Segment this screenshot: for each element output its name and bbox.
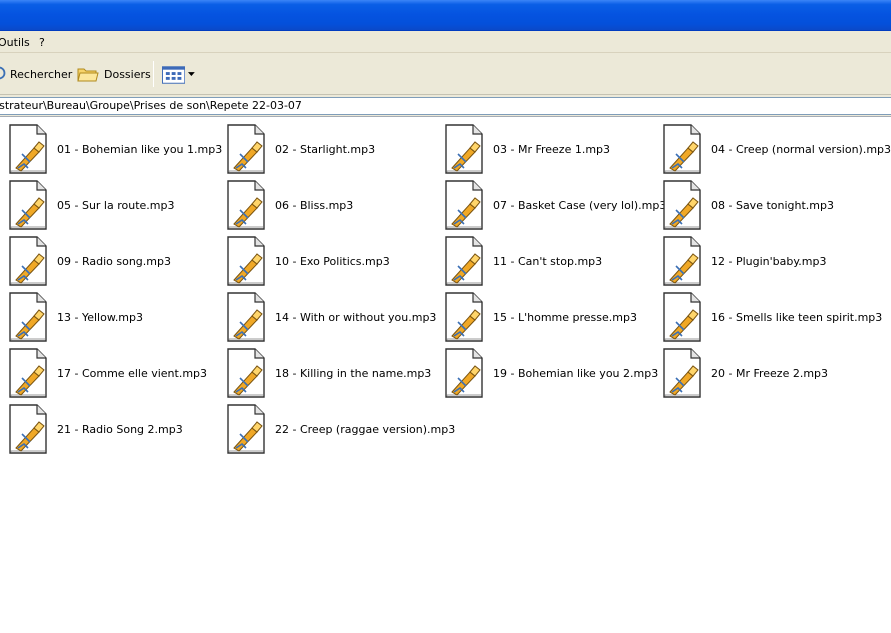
file-name: 16 - Smells like teen spirit.mp3 [711, 310, 883, 324]
audio-file-icon [445, 124, 483, 174]
file-name: 07 - Basket Case (very lol).mp3 [493, 198, 667, 212]
audio-file-icon [227, 404, 265, 454]
file-item[interactable]: 07 - Basket Case (very lol).mp3 [436, 177, 666, 233]
file-item[interactable]: 15 - L'homme presse.mp3 [436, 289, 654, 345]
file-item[interactable]: 01 - Bohemian like you 1.mp3 [0, 121, 222, 177]
audio-file-icon [9, 404, 47, 454]
file-item[interactable]: 14 - With or without you.mp3 [218, 289, 436, 345]
toolbar-separator [153, 61, 154, 87]
menu-bar: Outils ? [0, 31, 891, 53]
audio-file-icon [445, 292, 483, 342]
file-name: 14 - With or without you.mp3 [275, 310, 437, 324]
views-button[interactable] [162, 64, 196, 86]
audio-file-icon [663, 292, 701, 342]
chevron-down-icon [188, 72, 196, 76]
file-item[interactable]: 08 - Save tonight.mp3 [654, 177, 872, 233]
search-button-label: Rechercher [10, 67, 73, 81]
file-item[interactable]: 16 - Smells like teen spirit.mp3 [654, 289, 882, 345]
file-name: 05 - Sur la route.mp3 [57, 198, 175, 212]
audio-file-icon [445, 236, 483, 286]
audio-file-icon [9, 124, 47, 174]
audio-file-icon [663, 180, 701, 230]
file-name: 10 - Exo Politics.mp3 [275, 254, 390, 268]
file-item[interactable]: 02 - Starlight.mp3 [218, 121, 436, 177]
audio-file-icon [663, 348, 701, 398]
file-name: 11 - Can't stop.mp3 [493, 254, 603, 268]
menu-outils[interactable]: Outils [0, 36, 30, 49]
file-name: 01 - Bohemian like you 1.mp3 [57, 142, 223, 156]
audio-file-icon [663, 236, 701, 286]
audio-file-icon [445, 180, 483, 230]
audio-file-icon [227, 348, 265, 398]
file-item[interactable]: 13 - Yellow.mp3 [0, 289, 218, 345]
menu-help[interactable]: ? [39, 36, 45, 49]
audio-file-icon [9, 292, 47, 342]
file-name: 20 - Mr Freeze 2.mp3 [711, 366, 829, 380]
file-name: 06 - Bliss.mp3 [275, 198, 354, 212]
file-item[interactable]: 03 - Mr Freeze 1.mp3 [436, 121, 654, 177]
address-field[interactable]: inistrateur\Bureau\Groupe\Prises de son\… [0, 97, 891, 115]
file-item[interactable]: 19 - Bohemian like you 2.mp3 [436, 345, 658, 401]
file-name: 08 - Save tonight.mp3 [711, 198, 834, 212]
folders-button-label: Dossiers [104, 67, 151, 81]
file-name: 09 - Radio song.mp3 [57, 254, 171, 268]
file-name: 04 - Creep (normal version).mp3 [711, 142, 891, 156]
file-name: 03 - Mr Freeze 1.mp3 [493, 142, 611, 156]
file-item[interactable]: 05 - Sur la route.mp3 [0, 177, 218, 233]
file-item[interactable]: 18 - Killing in the name.mp3 [218, 345, 436, 401]
file-item[interactable]: 21 - Radio Song 2.mp3 [0, 401, 218, 457]
audio-file-icon [227, 180, 265, 230]
file-item[interactable]: 09 - Radio song.mp3 [0, 233, 218, 289]
file-name: 13 - Yellow.mp3 [57, 310, 144, 324]
file-item[interactable]: 22 - Creep (raggae version).mp3 [218, 401, 455, 457]
file-item[interactable]: 20 - Mr Freeze 2.mp3 [654, 345, 872, 401]
folder-icon [77, 68, 99, 82]
views-icon [162, 66, 186, 84]
audio-file-icon [227, 292, 265, 342]
audio-file-icon [663, 124, 701, 174]
window-titlebar[interactable] [0, 0, 891, 31]
file-name: 15 - L'homme presse.mp3 [493, 310, 637, 324]
audio-file-icon [9, 180, 47, 230]
file-name: 21 - Radio Song 2.mp3 [57, 422, 183, 436]
file-name: 19 - Bohemian like you 2.mp3 [493, 366, 659, 380]
file-item[interactable]: 12 - Plugin'baby.mp3 [654, 233, 872, 289]
folders-button[interactable]: Dossiers [77, 61, 151, 87]
file-name: 02 - Starlight.mp3 [275, 142, 376, 156]
search-button[interactable]: Rechercher [0, 61, 72, 87]
audio-file-icon [227, 124, 265, 174]
file-item[interactable]: 06 - Bliss.mp3 [218, 177, 436, 233]
audio-file-icon [227, 236, 265, 286]
file-item[interactable]: 04 - Creep (normal version).mp3 [654, 121, 891, 177]
file-name: 17 - Comme elle vient.mp3 [57, 366, 208, 380]
audio-file-icon [9, 236, 47, 286]
file-list: 01 - Bohemian like you 1.mp3 02 - Starlig… [0, 118, 891, 633]
toolbar: Rechercher Dossiers [0, 53, 891, 95]
file-item[interactable]: 10 - Exo Politics.mp3 [218, 233, 436, 289]
file-item[interactable]: 11 - Can't stop.mp3 [436, 233, 654, 289]
audio-file-icon [445, 348, 483, 398]
search-icon [0, 66, 6, 80]
file-name: 12 - Plugin'baby.mp3 [711, 254, 827, 268]
address-bar: inistrateur\Bureau\Groupe\Prises de son\… [0, 95, 891, 117]
address-path: inistrateur\Bureau\Groupe\Prises de son\… [0, 99, 302, 112]
file-item[interactable]: 17 - Comme elle vient.mp3 [0, 345, 218, 401]
audio-file-icon [9, 348, 47, 398]
file-name: 18 - Killing in the name.mp3 [275, 366, 432, 380]
file-name: 22 - Creep (raggae version).mp3 [275, 422, 456, 436]
